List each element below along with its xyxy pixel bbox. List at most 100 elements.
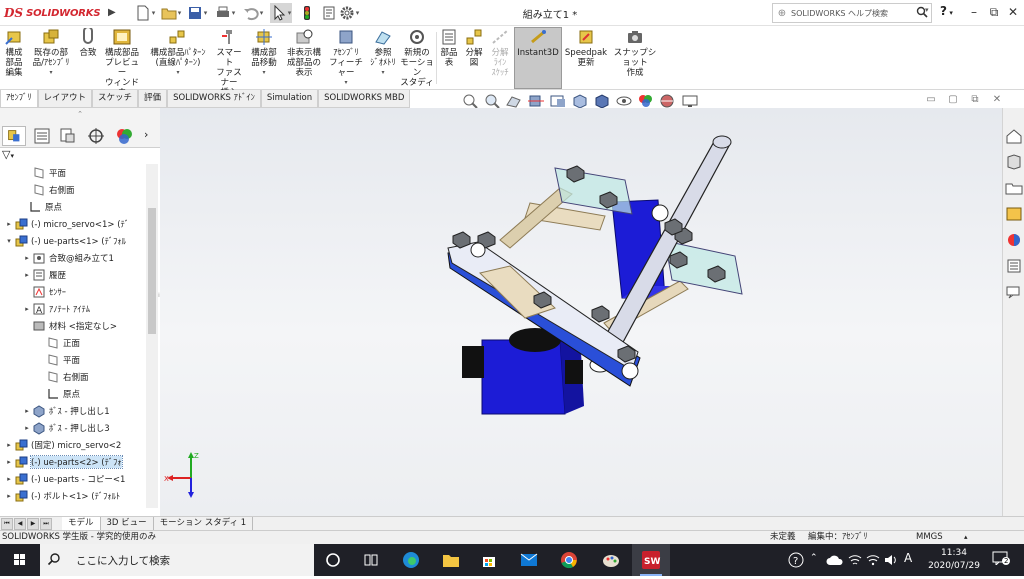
file-explorer-button[interactable] — [432, 544, 470, 576]
search-scope-icon[interactable]: ⊕ — [773, 8, 791, 19]
smart-fastener-button[interactable]: スマート ファスナー 挿入 — [214, 28, 244, 98]
onedrive-icon[interactable] — [826, 554, 844, 566]
tree-node[interactable]: ▸ (-) ue-parts - コピー<1 — [4, 470, 125, 487]
expand-toggle-icon[interactable]: ▸ — [22, 424, 32, 432]
tree-node[interactable]: ▸ A ｱﾉﾃｰﾄ ｱｲﾃﾑ — [22, 300, 90, 317]
tree-node[interactable]: ｾﾝｻｰ — [22, 283, 66, 300]
task-view-button[interactable] — [352, 544, 390, 576]
chrome-button[interactable] — [550, 544, 588, 576]
taskbar-search-box[interactable]: ここに入力して検索 — [40, 544, 314, 576]
rebuild-button[interactable] — [296, 3, 318, 23]
edge-button[interactable] — [392, 544, 430, 576]
start-button[interactable] — [0, 544, 40, 576]
help-circle-icon[interactable]: ? — [788, 552, 804, 568]
view-settings-icon[interactable] — [680, 93, 700, 109]
close-button[interactable]: ✕ — [1004, 2, 1022, 22]
save-button[interactable]: ▾ — [186, 3, 208, 23]
expand-toggle-icon[interactable]: ▸ — [4, 441, 14, 449]
scrollbar-thumb[interactable] — [148, 208, 156, 334]
mail-button[interactable] — [510, 544, 548, 576]
options-button[interactable]: ▾ — [338, 3, 360, 23]
action-center-button[interactable]: 2 — [992, 551, 1011, 567]
wifi-icon[interactable] — [866, 553, 880, 567]
tree-node[interactable]: 原点 — [36, 385, 80, 402]
taskbar-search-input[interactable]: ここに入力して検索 — [76, 553, 170, 568]
show-hidden-components-button[interactable]: 非表示構 成部品の 表示 — [284, 28, 324, 88]
view-orientation-icon[interactable] — [570, 93, 590, 109]
next-tab-button[interactable]: ▶ — [27, 518, 39, 530]
network-icon[interactable] — [848, 554, 862, 566]
new-document-button[interactable]: ▾ — [134, 3, 156, 23]
component-preview-window-button[interactable]: 構成部品 プレビュー ウィンドウ — [102, 28, 142, 98]
tree-node[interactable]: ▾ (-) ue-parts<1> (ﾃﾞﾌｫﾙ — [4, 232, 126, 249]
hide-show-items-icon[interactable] — [614, 93, 634, 109]
expand-toggle-icon[interactable]: ▸ — [4, 492, 14, 500]
expand-toggle-icon[interactable]: ▸ — [4, 475, 14, 483]
tree-node[interactable]: 右側面 — [22, 181, 75, 198]
last-tab-button[interactable]: ⏭ — [40, 518, 52, 530]
expand-toggle-icon[interactable]: ▸ — [4, 458, 14, 466]
first-tab-button[interactable]: ⏮ — [1, 518, 13, 530]
tree-node[interactable]: ▸ ﾎﾞｽ - 押し出し1 — [22, 402, 110, 419]
dynamic-annotation-icon[interactable] — [548, 93, 568, 109]
appearances-icon[interactable] — [1005, 232, 1023, 248]
previous-view-icon[interactable] — [504, 93, 524, 109]
snapshot-button[interactable]: スナップショット 作成 — [610, 28, 660, 88]
linear-pattern-button[interactable]: 構成部品ﾊﾟﾀｰﾝ (直線ﾊﾟﾀｰﾝ) ▾ — [144, 28, 212, 88]
tree-node[interactable]: 右側面 — [36, 368, 89, 385]
help-search-box[interactable]: ⊕ SOLIDWORKS ヘルプ検索 — [772, 3, 932, 23]
store-button[interactable] — [470, 544, 508, 576]
zoom-to-fit-icon[interactable] — [460, 93, 480, 109]
tree-node[interactable]: ▸ (-) ボルト<1> (ﾃﾞﾌｫﾙﾄ — [4, 487, 120, 504]
print-button[interactable]: ▾ — [214, 3, 236, 23]
insert-component-button[interactable]: 既存の部 品/ｱｾﾝﾌﾞﾘ ▾ — [28, 28, 74, 88]
tree-node[interactable]: ▸ ﾎﾞｽ - 押し出し3 — [22, 419, 110, 436]
tree-node[interactable]: ▸ 履歴 — [22, 266, 66, 283]
ime-mode-indicator[interactable]: A — [904, 551, 912, 565]
feature-manager-tab-icon[interactable] — [2, 126, 26, 146]
expand-toggle-icon[interactable]: ▸ — [22, 271, 32, 279]
tree-node[interactable]: ▸ (-) ue-parts<2> (ﾃﾞﾌｫ — [4, 453, 123, 470]
apply-scene-icon[interactable] — [658, 93, 678, 109]
display-manager-tab-icon[interactable] — [112, 126, 136, 146]
zoom-to-area-icon[interactable] — [482, 93, 502, 109]
tree-node[interactable]: ▸ (固定) micro_servo<2 — [4, 436, 121, 453]
forum-icon[interactable] — [1005, 284, 1023, 300]
mate-button[interactable]: 合致 — [76, 28, 100, 88]
help-search-input[interactable]: SOLIDWORKS ヘルプ検索 — [791, 8, 913, 19]
file-explorer-icon[interactable] — [1005, 180, 1023, 196]
expand-toggle-icon[interactable]: ▾ — [4, 237, 14, 245]
unit-system-button[interactable]: MMGS — [916, 531, 943, 544]
graphics-area[interactable] — [160, 108, 1002, 516]
tab-3d-views[interactable]: 3D ビュー — [101, 517, 154, 531]
minimize-button[interactable]: – — [965, 2, 983, 22]
edit-component-button[interactable]: 構成 部品 編集 — [2, 28, 26, 88]
menu-expand-arrow-icon[interactable]: ▶ — [108, 4, 118, 22]
exploded-view-button[interactable]: 分解 図 — [462, 28, 486, 88]
tab-layout[interactable]: レイアウト — [37, 90, 93, 108]
speedpak-button[interactable]: Speedpak 更新 — [564, 28, 608, 88]
file-properties-button[interactable] — [318, 3, 340, 23]
collapse-arrow-icon[interactable]: ⌃ — [74, 110, 86, 118]
prev-tab-button[interactable]: ◀ — [14, 518, 26, 530]
viewport-tile-icon[interactable]: ▭ — [925, 94, 937, 106]
tree-node[interactable]: 原点 — [18, 198, 62, 215]
tab-mbd[interactable]: SOLIDWORKS MBD — [318, 90, 411, 108]
open-document-button[interactable]: ▾ — [160, 3, 182, 23]
tab-assembly[interactable]: ｱｾﾝﾌﾞﾘ — [0, 90, 38, 108]
tree-node[interactable]: 材料 <指定なし> — [22, 317, 117, 334]
show-hidden-icons-icon[interactable]: ⌃ — [810, 553, 818, 563]
select-button[interactable]: ▾ — [270, 3, 292, 23]
filter-icon[interactable]: ▽▾ — [2, 148, 32, 162]
cortana-button[interactable] — [314, 544, 352, 576]
tree-node[interactable]: ▸ (-) micro_servo<1> (ﾃﾞ — [4, 215, 129, 232]
instant3d-button[interactable]: Instant3D — [514, 27, 562, 89]
new-motion-study-button[interactable]: 新規の モーション スタディ — [400, 28, 434, 88]
expand-toggle-icon[interactable]: ▸ — [22, 407, 32, 415]
undo-button[interactable]: ▾ — [242, 3, 264, 23]
unit-dropdown-icon[interactable]: ▴ — [964, 531, 968, 544]
volume-icon[interactable] — [884, 553, 898, 567]
tree-node[interactable]: ▸ 合致@組み立て1 — [22, 249, 114, 266]
edit-appearance-icon[interactable] — [636, 93, 656, 109]
move-component-button[interactable]: 構成部 品移動 ▾ — [246, 28, 282, 88]
